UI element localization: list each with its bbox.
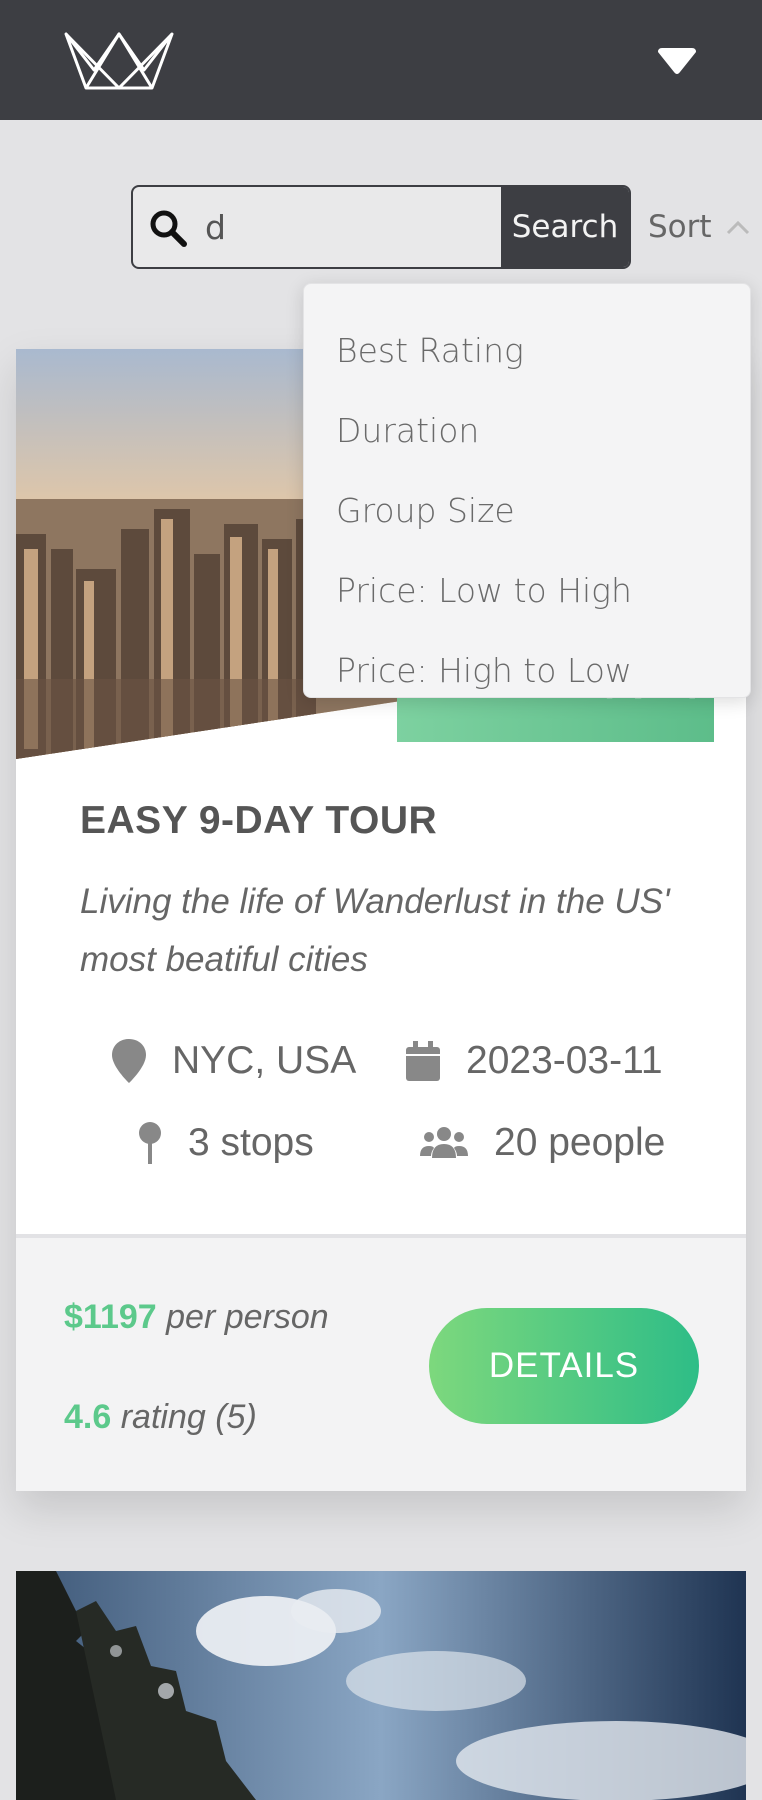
group-text: 20 people bbox=[494, 1121, 666, 1164]
card-footer: $1197 per person 4.6 rating (5) DETAILS bbox=[16, 1238, 746, 1491]
sort-option-best-rating[interactable]: Best Rating bbox=[304, 310, 750, 390]
location-text: NYC, USA bbox=[172, 1039, 357, 1082]
sort-option-group-size[interactable]: Group Size bbox=[304, 470, 750, 550]
caret-down-icon[interactable] bbox=[656, 48, 698, 78]
tour-location: NYC, USA bbox=[112, 1039, 356, 1083]
people-icon bbox=[420, 1127, 468, 1158]
rating-value: 4.6 bbox=[64, 1398, 112, 1436]
calendar-icon bbox=[406, 1041, 440, 1081]
price-value: $1197 bbox=[64, 1298, 157, 1336]
rating-line: 4.6 rating (5) bbox=[64, 1398, 257, 1437]
tour-card bbox=[16, 1571, 746, 1800]
map-marker-icon bbox=[112, 1039, 146, 1083]
search-box: Search bbox=[131, 185, 631, 269]
sort-dropdown: Best Rating Duration Group Size Price: L… bbox=[303, 283, 751, 698]
date-text: 2023-03-11 bbox=[466, 1039, 663, 1082]
pin-icon bbox=[139, 1122, 161, 1164]
sort-option-duration[interactable]: Duration bbox=[304, 390, 750, 470]
top-bar bbox=[0, 0, 762, 120]
sort-option-price-low-high[interactable]: Price: Low to High bbox=[304, 550, 750, 630]
search-input[interactable] bbox=[205, 187, 505, 267]
tour-title: EASY 9-DAY TOUR bbox=[80, 799, 438, 842]
tour-date: 2023-03-11 bbox=[406, 1039, 663, 1083]
price-suffix: per person bbox=[166, 1298, 329, 1336]
price-line: $1197 per person bbox=[64, 1298, 329, 1337]
tour-subtitle: Living the life of Wanderlust in the US'… bbox=[80, 882, 670, 979]
tour-group-size: 20 people bbox=[420, 1121, 665, 1165]
stops-text: 3 stops bbox=[188, 1121, 314, 1164]
mountain-sky-image bbox=[16, 1571, 746, 1800]
sort-toggle[interactable]: Sort bbox=[648, 205, 750, 249]
search-button[interactable]: Search bbox=[501, 187, 629, 267]
chevron-up-icon bbox=[726, 220, 749, 235]
rating-suffix: rating (5) bbox=[120, 1398, 257, 1436]
sort-option-price-high-low[interactable]: Price: High to Low bbox=[304, 630, 750, 710]
details-button[interactable]: DETAILS bbox=[429, 1308, 699, 1424]
logo-crown-icon[interactable] bbox=[62, 30, 176, 92]
search-icon bbox=[150, 210, 187, 247]
tour-stops: 3 stops bbox=[138, 1121, 314, 1165]
sort-label: Sort bbox=[648, 209, 712, 245]
